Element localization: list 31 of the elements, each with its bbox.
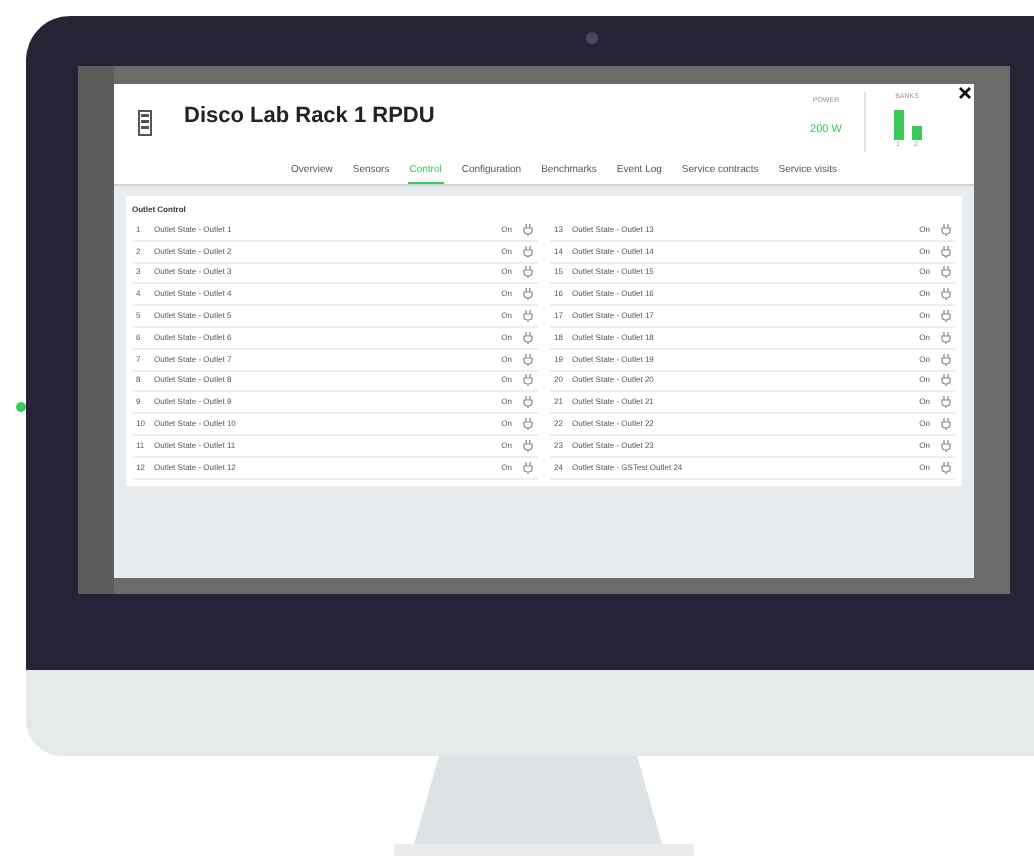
bank-bar-drawing (911, 126, 921, 141)
plug-icon[interactable] (940, 288, 952, 301)
plug-icon[interactable] (940, 439, 952, 452)
plug-icon[interactable] (522, 374, 534, 387)
plug-icon[interactable] (522, 266, 534, 279)
plug-icon[interactable] (522, 245, 534, 258)
plug-icon[interactable] (522, 439, 534, 452)
plug-icon[interactable] (940, 353, 952, 366)
plug-icon[interactable] (522, 331, 534, 344)
plug-icon[interactable] (522, 418, 534, 431)
plug-icon[interactable] (940, 245, 952, 258)
plug-icon[interactable] (940, 223, 952, 236)
plug-icon[interactable] (940, 396, 952, 409)
camera-dot (586, 32, 598, 44)
plug-icon[interactable] (940, 374, 952, 387)
plug-icon[interactable] (522, 223, 534, 236)
plug-icon[interactable] (940, 266, 952, 279)
close-button[interactable] (958, 84, 972, 104)
plug-icon[interactable] (940, 418, 952, 431)
bank-bar-drawing (893, 110, 903, 141)
plug-icon[interactable] (940, 310, 952, 323)
plug-icon[interactable] (940, 331, 952, 344)
plug-icon[interactable] (940, 461, 952, 474)
indicator-dot (16, 402, 26, 412)
plug-icon[interactable] (522, 461, 534, 474)
plug-icon[interactable] (522, 310, 534, 323)
pdu-icon (138, 110, 152, 136)
plug-icon[interactable] (522, 353, 534, 366)
device-title: Disco Lab Rack 1 RPDU (184, 106, 435, 128)
plug-icon[interactable] (522, 396, 534, 409)
plug-icon[interactable] (522, 288, 534, 301)
